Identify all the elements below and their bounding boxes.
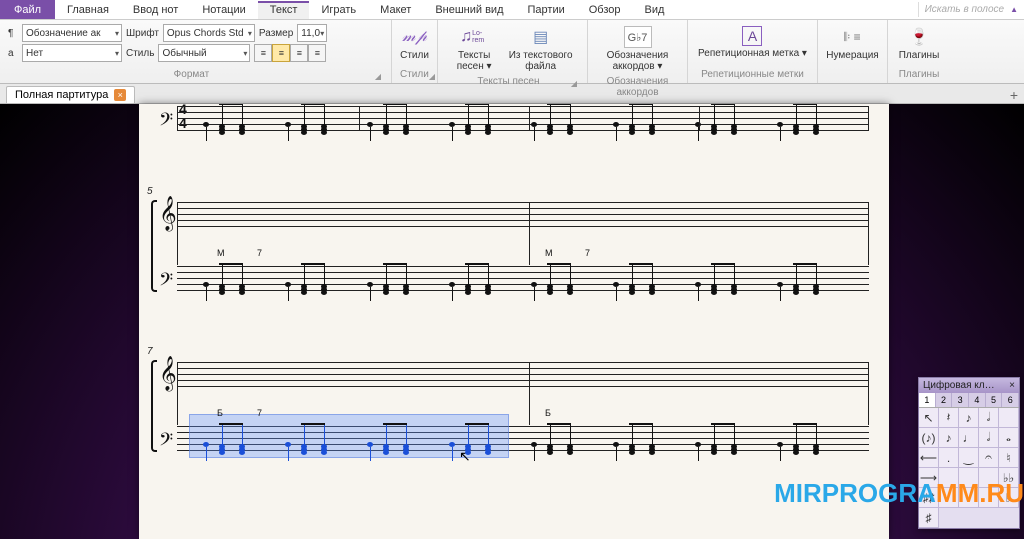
bass-clef-icon: 𝄢 (159, 104, 173, 140)
chord-icon: G♭7 (624, 26, 652, 48)
measure-number-5: 5 (147, 186, 153, 197)
size-label: Размер (259, 28, 293, 39)
lyrics-button[interactable]: ♫Lo-rem Тексты песен ▾ (446, 22, 502, 76)
keypad-key[interactable]: ♯♯ (919, 488, 939, 508)
menu-parts[interactable]: Партии (516, 1, 577, 19)
workspace: 𝄢 44 М7М7Б7Б 5 𝄞 𝄢 (0, 104, 1024, 539)
keypad-key[interactable] (959, 468, 979, 488)
keypad-key[interactable]: (♪) (919, 428, 939, 448)
style-label: Стиль (126, 48, 154, 59)
keypad-key[interactable]: ♪ (939, 428, 959, 448)
align-center[interactable]: ≡ (272, 44, 290, 62)
keypad-tab-5[interactable]: 5 (986, 393, 1003, 407)
tab-title: Полная партитура (15, 89, 108, 101)
keypad-key[interactable]: ♯ (919, 508, 939, 528)
document-tab[interactable]: Полная партитура × (6, 86, 135, 103)
chord-symbols-button[interactable]: G♭7 Обозначения аккордов ▾ (596, 22, 679, 76)
ribbon-search[interactable]: Искать в полосе ▲ (918, 2, 1024, 17)
keypad-tab-3[interactable]: 3 (952, 393, 969, 407)
file-menu[interactable]: Файл (0, 0, 55, 19)
keypad-key[interactable]: . (939, 448, 959, 468)
measure-number-7: 7 (147, 346, 153, 357)
keypad-key[interactable] (999, 408, 1019, 428)
size-combo[interactable]: 11,0 (297, 24, 327, 42)
keypad-tab-6[interactable]: 6 (1002, 393, 1019, 407)
menu-home[interactable]: Главная (55, 1, 121, 19)
styles-dialog-icon[interactable]: ◢ (429, 72, 437, 81)
bass-clef-icon: 𝄢 (159, 424, 173, 460)
menu-notations[interactable]: Нотации (190, 1, 257, 19)
keypad-key[interactable] (939, 468, 959, 488)
format-group-label: Формат (174, 69, 210, 81)
rehearsal-icon: A (742, 26, 762, 46)
mouse-cursor-icon: ↖ (459, 448, 471, 465)
format-dialog-icon[interactable]: ◢ (375, 72, 383, 81)
keypad-key[interactable]: ‿ (959, 448, 979, 468)
collapse-icon[interactable]: ▲ (1010, 5, 1018, 14)
align-justify[interactable]: ≡ (308, 44, 326, 62)
keypad-key[interactable]: ↖ (919, 408, 939, 428)
keypad-key[interactable]: ♪ (959, 408, 979, 428)
keypad-key[interactable] (979, 468, 999, 488)
chord-mark: М (217, 248, 225, 258)
chord-mark: М (545, 248, 553, 258)
keypad-key[interactable] (959, 488, 979, 508)
lyrics-dialog-icon[interactable]: ◢ (571, 79, 579, 88)
keypad-key[interactable]: 𝅗𝅥 (979, 428, 999, 448)
keypad-tab-2[interactable]: 2 (936, 393, 953, 407)
keypad-tab-1[interactable]: 1 (919, 393, 936, 407)
font-combo[interactable]: Opus Chords Std (163, 24, 255, 42)
numbering-button[interactable]: 𝄆 ≡ Нумерация (824, 22, 880, 65)
keypad-key[interactable]: ♭ (999, 488, 1019, 508)
keypad-key[interactable] (939, 488, 959, 508)
rehearsal-mark-button[interactable]: A Репетиционная метка ▾ (696, 22, 809, 63)
keypad-key[interactable]: 𝄐 (979, 448, 999, 468)
char-combo[interactable]: Нет (22, 44, 122, 62)
keypad-key[interactable]: ♩ (959, 428, 979, 448)
keypad-key[interactable]: ♭♭ (999, 468, 1019, 488)
score-sheet[interactable]: 𝄢 44 М7М7Б7Б 5 𝄞 𝄢 (139, 104, 889, 539)
keypad-key[interactable] (979, 488, 999, 508)
numbering-icon: 𝄆 ≡ (839, 26, 867, 48)
menu-appearance[interactable]: Внешний вид (423, 1, 515, 19)
keypad-key[interactable]: 𝅗𝅥 (979, 408, 999, 428)
menu-layout[interactable]: Макет (368, 1, 423, 19)
bass-clef-icon: 𝄢 (159, 264, 173, 300)
chord-mark: Б (217, 408, 223, 418)
plugins-button[interactable]: 🍷 Плагины (892, 22, 946, 65)
keypad-key[interactable]: ♮ (999, 448, 1019, 468)
menu-review[interactable]: Обзор (577, 1, 633, 19)
keypad-key[interactable]: 𝄽 (939, 408, 959, 428)
align-right[interactable]: ≡ (290, 44, 308, 62)
keypad-key[interactable]: 𝅝 (999, 428, 1019, 448)
font-label: Шрифт (126, 28, 159, 39)
keypad-panel[interactable]: Цифровая кл…× 123456 ↖𝄽♪𝅗𝅥(♪)♪♩𝅗𝅥𝅝⟵.‿𝄐♮⟶… (918, 377, 1020, 529)
treble-clef-icon: 𝄞 (159, 196, 177, 232)
align-left[interactable]: ≡ (254, 44, 272, 62)
new-tab-button[interactable]: + (1004, 87, 1024, 103)
menu-text[interactable]: Текст (258, 1, 310, 19)
textfile-icon: ▤ (527, 26, 555, 48)
char-icon: a (8, 48, 18, 59)
para-icon: ¶ (8, 28, 18, 39)
search-placeholder: Искать в полосе (925, 4, 1004, 15)
menu-view[interactable]: Вид (633, 1, 677, 19)
plugin-icon: 🍷 (905, 26, 933, 48)
mp-icon: 𝓂𝓅 (401, 26, 429, 48)
object-combo[interactable]: Обозначение ак (22, 24, 122, 42)
keypad-key[interactable]: ⟵ (919, 448, 939, 468)
from-textfile-button[interactable]: ▤ Из текстового файла (502, 22, 579, 76)
style-combo[interactable]: Обычный (158, 44, 250, 62)
keypad-key[interactable]: ⟶ (919, 468, 939, 488)
treble-clef-icon: 𝄞 (159, 356, 177, 392)
keypad-tab-4[interactable]: 4 (969, 393, 986, 407)
menu-play[interactable]: Играть (309, 1, 368, 19)
keypad-title: Цифровая кл… (923, 380, 995, 391)
styles-button[interactable]: 𝓂𝓅 Стили (388, 22, 442, 65)
menu-noteinput[interactable]: Ввод нот (121, 1, 190, 19)
chord-mark: Б (545, 408, 551, 418)
close-tab-icon[interactable]: × (114, 89, 126, 101)
keypad-close-icon[interactable]: × (1009, 380, 1015, 391)
lyrics-icon: ♫Lo-rem (460, 26, 488, 48)
